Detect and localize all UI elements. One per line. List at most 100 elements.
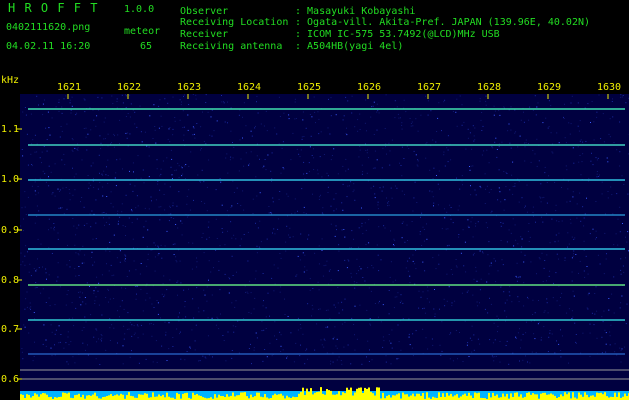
noise-pixel xyxy=(168,128,170,130)
noise-pixel xyxy=(356,338,358,340)
noise-pixel xyxy=(137,325,139,327)
noise-pixel xyxy=(621,348,623,350)
noise-pixel xyxy=(45,181,47,183)
noise-pixel xyxy=(456,125,458,127)
noise-pixel xyxy=(388,313,390,315)
noise-pixel xyxy=(164,294,166,296)
noise-pixel xyxy=(572,290,574,292)
noise-pixel xyxy=(556,300,558,302)
noise-pixel xyxy=(367,340,369,342)
noise-pixel xyxy=(601,352,603,354)
noise-pixel xyxy=(609,331,611,333)
noise-pixel xyxy=(304,266,306,268)
noise-pixel xyxy=(136,324,138,326)
noise-pixel xyxy=(497,331,498,333)
noise-pixel xyxy=(203,141,205,142)
activity-burst xyxy=(532,393,534,400)
noise-pixel xyxy=(78,275,80,276)
noise-pixel xyxy=(522,359,524,361)
noise-pixel xyxy=(205,357,207,359)
noise-pixel xyxy=(569,133,571,135)
noise-pixel xyxy=(497,325,499,327)
noise-pixel xyxy=(569,218,571,220)
noise-pixel xyxy=(543,196,545,198)
noise-pixel xyxy=(109,318,111,320)
noise-pixel xyxy=(346,127,347,129)
noise-pixel xyxy=(82,301,84,303)
noise-pixel xyxy=(620,269,622,271)
noise-pixel xyxy=(172,134,174,136)
noise-pixel xyxy=(42,103,44,105)
noise-pixel xyxy=(446,273,448,275)
noise-pixel xyxy=(473,349,475,351)
noise-pixel xyxy=(567,232,569,234)
noise-pixel xyxy=(467,225,469,227)
noise-pixel xyxy=(142,310,144,312)
noise-pixel xyxy=(426,298,428,300)
activity-burst xyxy=(592,395,594,400)
activity-burst xyxy=(578,392,580,400)
noise-pixel xyxy=(608,298,610,299)
noise-pixel xyxy=(311,315,312,317)
noise-pixel xyxy=(524,207,525,209)
noise-pixel xyxy=(156,361,158,363)
noise-pixel xyxy=(330,97,332,99)
noise-pixel xyxy=(450,218,452,220)
noise-pixel xyxy=(99,135,101,137)
noise-pixel xyxy=(255,125,256,127)
noise-pixel xyxy=(48,247,50,249)
noise-pixel xyxy=(444,99,446,101)
noise-pixel xyxy=(45,268,47,270)
noise-pixel xyxy=(344,236,346,238)
noise-pixel xyxy=(617,244,619,246)
noise-pixel xyxy=(228,277,230,279)
noise-pixel xyxy=(510,106,512,108)
noise-pixel xyxy=(571,271,573,273)
noise-pixel xyxy=(516,280,518,282)
activity-burst xyxy=(366,388,368,400)
noise-pixel xyxy=(80,304,82,306)
noise-pixel xyxy=(520,119,522,121)
noise-pixel xyxy=(155,244,156,246)
noise-pixel xyxy=(233,146,235,148)
activity-burst xyxy=(516,392,518,400)
noise-pixel xyxy=(184,165,186,167)
noise-pixel xyxy=(582,141,584,143)
noise-pixel xyxy=(118,220,119,222)
noise-pixel xyxy=(117,213,118,215)
noise-pixel xyxy=(65,304,67,306)
noise-pixel xyxy=(125,255,127,257)
noise-pixel xyxy=(415,250,417,251)
noise-pixel xyxy=(481,112,483,113)
noise-pixel xyxy=(472,236,474,238)
noise-pixel xyxy=(278,96,280,98)
noise-pixel xyxy=(198,311,200,313)
activity-burst xyxy=(494,395,496,400)
noise-pixel xyxy=(318,289,320,291)
noise-pixel xyxy=(256,337,258,339)
noise-pixel xyxy=(45,345,47,347)
activity-burst xyxy=(466,395,468,400)
activity-burst xyxy=(238,395,240,400)
noise-pixel xyxy=(272,197,274,199)
noise-pixel xyxy=(124,259,125,261)
noise-pixel xyxy=(24,264,26,266)
noise-pixel xyxy=(556,220,558,222)
activity-burst xyxy=(510,393,512,400)
noise-pixel xyxy=(568,362,569,364)
noise-pixel xyxy=(427,290,429,292)
noise-pixel xyxy=(542,281,544,282)
noise-pixel xyxy=(435,268,437,270)
noise-pixel xyxy=(131,324,133,326)
noise-pixel xyxy=(54,354,56,356)
noise-pixel xyxy=(271,178,273,180)
noise-pixel xyxy=(398,117,400,119)
noise-pixel xyxy=(525,142,527,144)
noise-pixel xyxy=(535,221,536,223)
noise-pixel xyxy=(411,347,413,349)
noise-pixel xyxy=(383,225,385,227)
noise-pixel xyxy=(46,139,48,140)
noise-pixel xyxy=(473,140,475,142)
noise-pixel xyxy=(186,351,188,352)
noise-pixel xyxy=(476,280,478,282)
